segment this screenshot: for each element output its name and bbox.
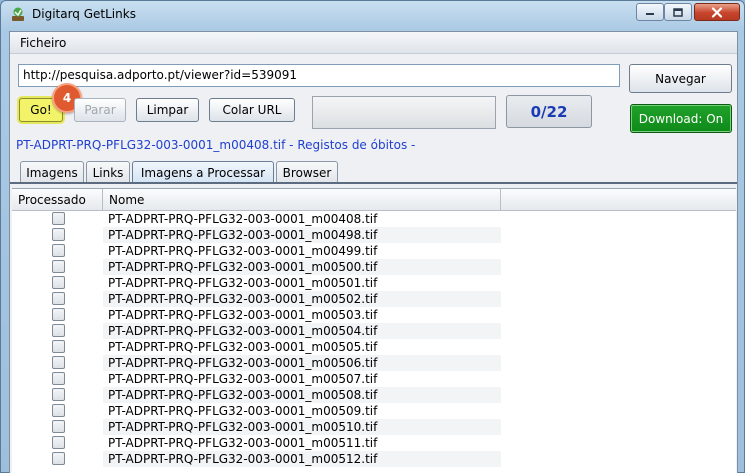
- table-row[interactable]: PT-ADPRT-PRQ-PFLG32-003-0001_m00499.tif: [12, 243, 736, 259]
- processado-checkbox[interactable]: [52, 340, 65, 353]
- nome-cell: PT-ADPRT-PRQ-PFLG32-003-0001_m00502.tif: [103, 291, 501, 307]
- processado-cell: [12, 451, 103, 467]
- url-input[interactable]: http://pesquisa.adporto.pt/viewer?id=539…: [18, 64, 620, 87]
- nome-cell: PT-ADPRT-PRQ-PFLG32-003-0001_m00499.tif: [108, 244, 378, 258]
- tab-links[interactable]: Links: [86, 161, 130, 183]
- processado-checkbox[interactable]: [52, 356, 65, 369]
- table-row[interactable]: PT-ADPRT-PRQ-PFLG32-003-0001_m00502.tif: [12, 291, 736, 307]
- nome-cell: PT-ADPRT-PRQ-PFLG32-003-0001_m00510.tif: [103, 419, 501, 435]
- processado-checkbox[interactable]: [52, 452, 65, 465]
- tab-imagens[interactable]: Imagens: [20, 161, 84, 183]
- processado-cell: [12, 387, 103, 403]
- nome-cell: PT-ADPRT-PRQ-PFLG32-003-0001_m00500.tif: [103, 259, 501, 275]
- processado-checkbox[interactable]: [52, 324, 65, 337]
- processado-cell: [12, 323, 103, 339]
- processado-cell: [12, 355, 103, 371]
- nome-cell: PT-ADPRT-PRQ-PFLG32-003-0001_m00504.tif: [103, 323, 501, 339]
- processado-cell: [12, 419, 103, 435]
- window-client-area: Ficheiro http://pesquisa.adporto.pt/view…: [9, 31, 738, 473]
- table-row[interactable]: PT-ADPRT-PRQ-PFLG32-003-0001_m00506.tif: [12, 355, 736, 371]
- processado-cell: [12, 371, 103, 387]
- table-row[interactable]: PT-ADPRT-PRQ-PFLG32-003-0001_m00498.tif: [12, 227, 736, 243]
- parar-button[interactable]: Parar: [74, 98, 126, 122]
- images-table[interactable]: Processado Nome PT-ADPRT-PRQ-PFLG32-003-…: [12, 188, 736, 473]
- title-bar[interactable]: Digitarq GetLinks: [1, 1, 744, 27]
- minimize-icon: [646, 13, 654, 15]
- table-row[interactable]: PT-ADPRT-PRQ-PFLG32-003-0001_m00509.tif: [12, 403, 736, 419]
- nome-cell: PT-ADPRT-PRQ-PFLG32-003-0001_m00501.tif: [108, 276, 378, 290]
- nome-cell: PT-ADPRT-PRQ-PFLG32-003-0001_m00503.tif: [108, 308, 378, 322]
- app-icon: [10, 6, 26, 22]
- nome-cell: PT-ADPRT-PRQ-PFLG32-003-0001_m00512.tif: [103, 451, 501, 467]
- colar-url-button[interactable]: Colar URL: [209, 98, 295, 122]
- processado-checkbox[interactable]: [52, 228, 65, 241]
- table-row[interactable]: PT-ADPRT-PRQ-PFLG32-003-0001_m00507.tif: [12, 371, 736, 387]
- nome-cell: PT-ADPRT-PRQ-PFLG32-003-0001_m00506.tif: [103, 355, 501, 371]
- table-header: Processado Nome: [12, 189, 736, 211]
- current-file-status: PT-ADPRT-PRQ-PFLG32-003-0001_m00408.tif …: [16, 138, 416, 152]
- processado-checkbox[interactable]: [52, 372, 65, 385]
- processado-checkbox[interactable]: [52, 244, 65, 257]
- table-row[interactable]: PT-ADPRT-PRQ-PFLG32-003-0001_m00500.tif: [12, 259, 736, 275]
- table-row[interactable]: PT-ADPRT-PRQ-PFLG32-003-0001_m00408.tif: [12, 211, 736, 227]
- navegar-button[interactable]: Navegar: [629, 64, 732, 93]
- nome-cell: PT-ADPRT-PRQ-PFLG32-003-0001_m00408.tif: [108, 212, 378, 226]
- nome-cell: PT-ADPRT-PRQ-PFLG32-003-0001_m00498.tif: [103, 227, 501, 243]
- nome-cell: PT-ADPRT-PRQ-PFLG32-003-0001_m00511.tif: [108, 436, 378, 450]
- processado-checkbox[interactable]: [52, 420, 65, 433]
- table-row[interactable]: PT-ADPRT-PRQ-PFLG32-003-0001_m00501.tif: [12, 275, 736, 291]
- table-row[interactable]: PT-ADPRT-PRQ-PFLG32-003-0001_m00505.tif: [12, 339, 736, 355]
- tab-browser[interactable]: Browser: [276, 161, 338, 183]
- processado-checkbox[interactable]: [52, 388, 65, 401]
- processado-checkbox[interactable]: [52, 404, 65, 417]
- menu-bar: Ficheiro: [10, 32, 737, 54]
- close-button[interactable]: [694, 3, 740, 21]
- close-icon: [711, 6, 723, 18]
- processado-cell: [12, 435, 103, 451]
- processado-checkbox[interactable]: [52, 212, 65, 225]
- processado-cell: [12, 291, 103, 307]
- download-toggle-button[interactable]: Download: On: [630, 104, 732, 133]
- maximize-button[interactable]: [664, 3, 692, 21]
- table-row[interactable]: PT-ADPRT-PRQ-PFLG32-003-0001_m00508.tif: [12, 387, 736, 403]
- processado-cell: [12, 211, 103, 227]
- processado-checkbox[interactable]: [52, 308, 65, 321]
- tab-divider: [10, 182, 737, 184]
- table-row[interactable]: PT-ADPRT-PRQ-PFLG32-003-0001_m00503.tif: [12, 307, 736, 323]
- table-row[interactable]: PT-ADPRT-PRQ-PFLG32-003-0001_m00504.tif: [12, 323, 736, 339]
- processado-checkbox[interactable]: [52, 276, 65, 289]
- window-title: Digitarq GetLinks: [32, 7, 136, 21]
- processado-cell: [12, 243, 103, 259]
- app-window: Digitarq GetLinks Ficheiro http://pesqui…: [0, 0, 745, 473]
- processado-cell: [12, 403, 103, 419]
- nome-cell: PT-ADPRT-PRQ-PFLG32-003-0001_m00505.tif: [108, 340, 378, 354]
- processado-cell: [12, 227, 103, 243]
- table-row[interactable]: PT-ADPRT-PRQ-PFLG32-003-0001_m00511.tif: [12, 435, 736, 451]
- tab-imagens-a-processar[interactable]: Imagens a Processar: [132, 161, 274, 183]
- column-header-processado[interactable]: Processado: [12, 189, 103, 211]
- menu-ficheiro[interactable]: Ficheiro: [20, 36, 66, 50]
- column-header-nome[interactable]: Nome: [103, 189, 501, 211]
- processado-cell: [12, 339, 103, 355]
- limpar-button[interactable]: Limpar: [136, 98, 199, 122]
- nome-cell: PT-ADPRT-PRQ-PFLG32-003-0001_m00508.tif: [103, 387, 501, 403]
- nome-cell: PT-ADPRT-PRQ-PFLG32-003-0001_m00509.tif: [108, 404, 378, 418]
- column-header-filler: [501, 189, 736, 211]
- processado-checkbox[interactable]: [52, 436, 65, 449]
- processado-checkbox[interactable]: [52, 292, 65, 305]
- maximize-icon: [673, 7, 683, 17]
- progress-counter: 0/22: [506, 95, 592, 128]
- processado-cell: [12, 275, 103, 291]
- minimize-button[interactable]: [636, 3, 664, 21]
- table-row[interactable]: PT-ADPRT-PRQ-PFLG32-003-0001_m00510.tif: [12, 419, 736, 435]
- processado-checkbox[interactable]: [52, 260, 65, 273]
- table-row[interactable]: PT-ADPRT-PRQ-PFLG32-003-0001_m00512.tif: [12, 451, 736, 467]
- progress-bar: [312, 96, 496, 129]
- nome-cell: PT-ADPRT-PRQ-PFLG32-003-0001_m00507.tif: [108, 372, 378, 386]
- processado-cell: [12, 307, 103, 323]
- processado-cell: [12, 259, 103, 275]
